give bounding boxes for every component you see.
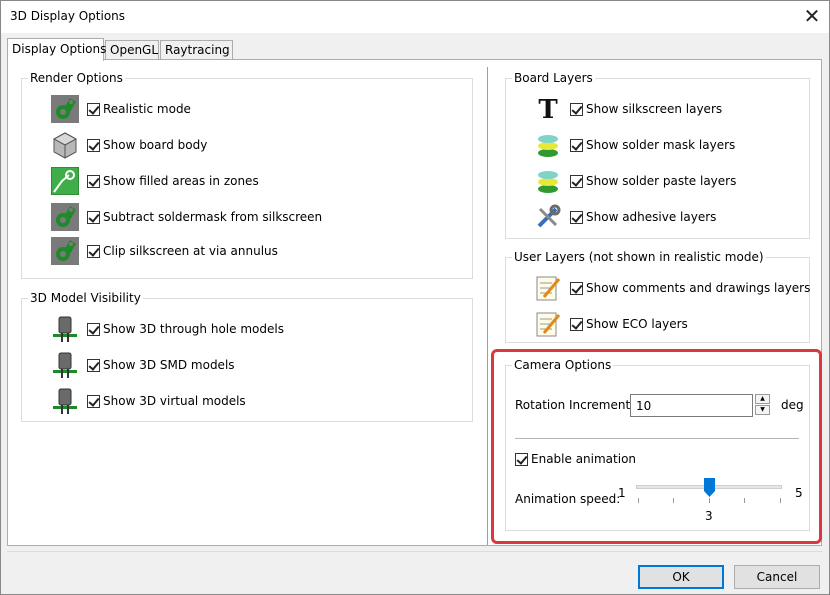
vertical-divider (487, 67, 488, 545)
tab-display-options[interactable]: Display Options (7, 38, 106, 61)
realistic-mode-checkbox[interactable] (87, 102, 100, 116)
title-bar: 3D Display Options ✕ (1, 1, 829, 33)
smd-label: Show 3D SMD models (103, 358, 235, 372)
user-layer-comments[interactable]: Show comments and drawings layers (534, 274, 810, 302)
svg-text:T: T (538, 95, 558, 123)
subtract-soldermask-label: Subtract soldermask from silkscreen (103, 210, 323, 224)
clip-silkscreen-label: Clip silkscreen at via annulus (103, 244, 278, 258)
zone-fill-icon (51, 167, 79, 195)
board-body-cube-icon (51, 131, 79, 159)
text-t-icon: T (534, 95, 562, 123)
notepad-pencil-icon (534, 274, 562, 302)
model-option-virtual[interactable]: Show 3D virtual models (51, 387, 246, 415)
eco-layers-checkbox[interactable] (570, 317, 583, 331)
board-body-label: Show board body (103, 138, 208, 152)
realistic-mode-icon (51, 95, 79, 123)
user-layer-eco[interactable]: Show ECO layers (534, 310, 688, 338)
footer-separator (7, 551, 822, 552)
tab-opengl[interactable]: OpenGL (105, 40, 159, 60)
model-option-through-hole[interactable]: Show 3D through hole models (51, 315, 284, 343)
solder-paste-checkbox[interactable] (570, 174, 583, 188)
board-layer-silkscreen[interactable]: T Show silkscreen layers (534, 95, 722, 123)
tools-icon (534, 203, 562, 231)
realistic-mode-label: Realistic mode (103, 102, 191, 116)
render-option-board-body[interactable]: Show board body (51, 131, 207, 159)
notepad-pencil-icon (534, 310, 562, 338)
solder-paste-label: Show solder paste layers (586, 174, 737, 188)
solder-mask-checkbox[interactable] (570, 138, 583, 152)
silkscreen-layers-checkbox[interactable] (570, 102, 583, 116)
dialog-window: 3D Display Options ✕ Display Options Ope… (0, 0, 830, 595)
virtual-label: Show 3D virtual models (103, 394, 246, 408)
board-body-checkbox[interactable] (87, 138, 100, 152)
board-layer-solder-mask[interactable]: Show solder mask layers (534, 131, 735, 159)
render-option-subtract-soldermask[interactable]: Subtract soldermask from silkscreen (51, 203, 322, 231)
eco-layers-label: Show ECO layers (586, 317, 688, 331)
board-layers-title: Board Layers (512, 71, 595, 85)
board-layer-adhesive[interactable]: Show adhesive layers (534, 203, 716, 231)
cancel-button[interactable]: Cancel (734, 565, 820, 589)
solder-mask-layers-icon (534, 131, 562, 159)
adhesive-label: Show adhesive layers (586, 210, 717, 224)
ok-button[interactable]: OK (638, 565, 724, 589)
model-option-smd[interactable]: Show 3D SMD models (51, 351, 235, 379)
through-hole-model-icon (51, 315, 79, 343)
subtract-soldermask-checkbox[interactable] (87, 210, 100, 224)
board-layer-solder-paste[interactable]: Show solder paste layers (534, 167, 736, 195)
render-option-realistic-mode[interactable]: Realistic mode (51, 95, 191, 123)
adhesive-checkbox[interactable] (570, 210, 583, 224)
clip-silkscreen-checkbox[interactable] (87, 244, 100, 258)
camera-options-highlight (491, 349, 822, 544)
virtual-checkbox[interactable] (87, 394, 100, 408)
filled-areas-label: Show filled areas in zones (103, 174, 259, 188)
virtual-model-icon (51, 387, 79, 415)
smd-checkbox[interactable] (87, 358, 100, 372)
through-hole-label: Show 3D through hole models (103, 322, 284, 336)
comments-layers-checkbox[interactable] (570, 281, 583, 295)
close-button[interactable]: ✕ (797, 3, 827, 31)
solder-paste-layers-icon (534, 167, 562, 195)
filled-areas-checkbox[interactable] (87, 174, 100, 188)
model-visibility-title: 3D Model Visibility (28, 291, 143, 305)
window-title: 3D Display Options (10, 9, 126, 23)
tab-raytracing[interactable]: Raytracing (160, 40, 233, 60)
user-layers-title: User Layers (not shown in realistic mode… (512, 250, 766, 264)
render-option-filled-areas[interactable]: Show filled areas in zones (51, 167, 259, 195)
smd-model-icon (51, 351, 79, 379)
via-annulus-icon (51, 237, 79, 265)
render-options-title: Render Options (28, 71, 125, 85)
soldermask-icon (51, 203, 79, 231)
silkscreen-layers-label: Show silkscreen layers (586, 102, 723, 116)
render-option-clip-silkscreen[interactable]: Clip silkscreen at via annulus (51, 237, 278, 265)
comments-layers-label: Show comments and drawings layers (586, 281, 811, 295)
solder-mask-label: Show solder mask layers (586, 138, 736, 152)
through-hole-checkbox[interactable] (87, 322, 100, 336)
